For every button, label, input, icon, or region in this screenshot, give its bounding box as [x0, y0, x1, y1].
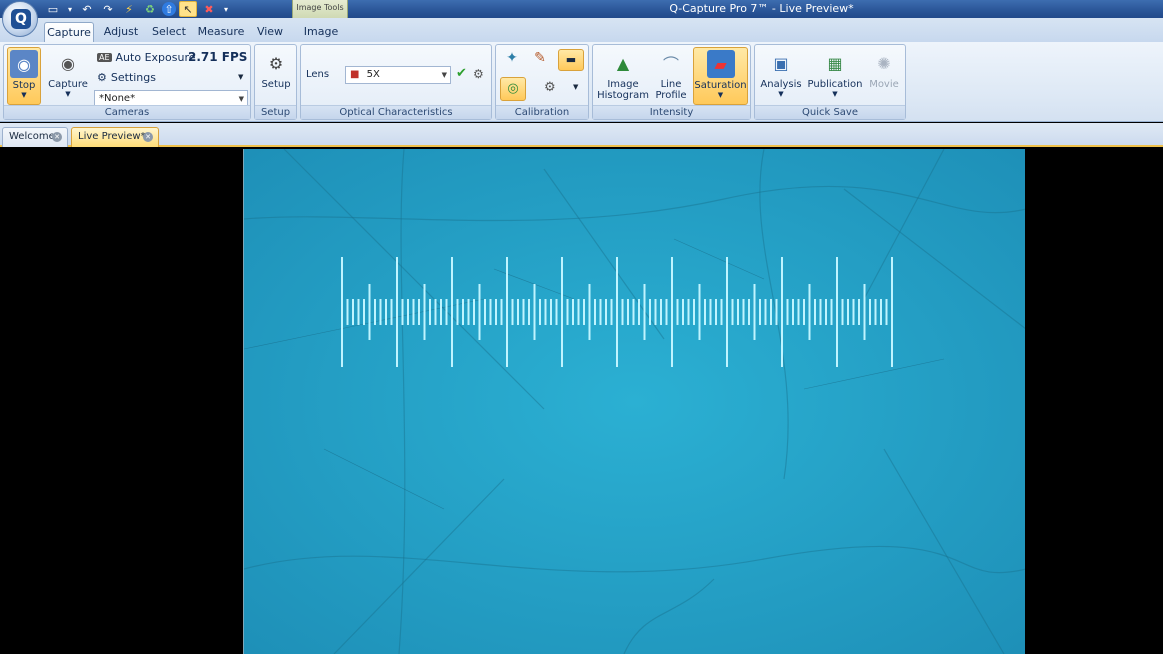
saturation-icon: ▰ [706, 50, 735, 78]
group-quick-save: ▣ Analysis ▼ ▦ Publication ▼ ✺ Movie Qui… [754, 44, 906, 120]
lens-select[interactable]: ■ 5X ▼ [345, 66, 451, 84]
camera-settings-icon[interactable]: ⚙ [544, 80, 556, 95]
settings-label: Settings [110, 71, 156, 84]
preset-value: *None* [99, 93, 136, 104]
chevron-down-icon: ▼ [832, 90, 838, 98]
setup-label: Setup [261, 79, 291, 90]
saturation-label: Saturation [694, 80, 747, 91]
ribbon-tabs: Capture Adjust Select Measure View Image [0, 18, 1163, 42]
stop-label: Stop [12, 80, 36, 91]
histogram-icon: ▲ [616, 53, 630, 73]
ribbon: ◉ Stop ▼ ◉ Capture ▼ AE Auto Exposure 2.… [0, 42, 1163, 122]
camera-stop-icon: ◉ [10, 50, 38, 78]
group-label-optical: Optical Characteristics [301, 105, 491, 119]
group-cameras: ◉ Stop ▼ ◉ Capture ▼ AE Auto Exposure 2.… [3, 44, 251, 120]
chevron-down-icon[interactable]: ▼ [238, 73, 243, 81]
analysis-button[interactable]: ▣ Analysis ▼ [759, 47, 803, 105]
tab-view[interactable]: View [252, 22, 288, 42]
chevron-down-icon: ▼ [441, 71, 447, 79]
group-intensity: ▲ Image Histogram ⌒ Line Profile ▰ Satur… [592, 44, 751, 120]
lens-value: 5X [366, 69, 380, 80]
stage-micrometer-image [244, 149, 1025, 654]
doc-tab-label: Welcome [9, 131, 55, 142]
title-bar: ▭ ▾ ↶ ↷ ⚡ ♻ ⇧ ↖ ✖ ▾ Image Tools Q-Captur… [0, 0, 1163, 18]
saturation-button[interactable]: ▰ Saturation ▼ [693, 47, 748, 105]
doc-tab-label: Live Preview* [78, 131, 146, 142]
histogram-label-1: Image [607, 79, 639, 90]
line-profile-button[interactable]: ⌒ Line Profile [651, 47, 691, 105]
calibration-check-icon[interactable]: ◎ [500, 77, 526, 101]
chevron-down-icon: ▼ [65, 90, 71, 98]
histogram-label-2: Histogram [597, 90, 649, 101]
microscope-image [243, 149, 1025, 654]
tab-adjust[interactable]: Adjust [100, 22, 142, 42]
app-logo-button[interactable]: Q [2, 1, 38, 37]
group-optical-characteristics: Lens ■ 5X ▼ ✔ ⚙ Optical Characteristics [300, 44, 492, 120]
group-label-quick-save: Quick Save [755, 105, 905, 119]
analysis-label: Analysis [760, 79, 802, 90]
tab-measure[interactable]: Measure [196, 22, 246, 42]
publication-button[interactable]: ▦ Publication ▼ [807, 47, 863, 105]
chevron-down-icon[interactable]: ▼ [573, 83, 578, 91]
image-histogram-button[interactable]: ▲ Image Histogram [597, 47, 649, 105]
close-icon[interactable]: ✕ [52, 132, 62, 142]
capture-label: Capture [48, 79, 88, 90]
doc-tab-live-preview[interactable]: Live Preview* ✕ [71, 127, 159, 147]
checkmark-icon[interactable]: ✔ [456, 66, 467, 81]
line-profile-icon: ⌒ [662, 55, 679, 74]
auto-exposure-label: Auto Exposure [115, 51, 196, 64]
group-calibration: ✦ ✎ ▬ ◎ ⚙ ▼ Calibration [495, 44, 589, 120]
settings-button[interactable]: ⚙ Settings [97, 71, 156, 84]
tab-image[interactable]: Image [296, 22, 346, 42]
chevron-down-icon: ▼ [717, 91, 724, 99]
q-logo-icon: Q [11, 9, 31, 29]
capture-button[interactable]: ◉ Capture ▼ [46, 47, 90, 105]
tab-select[interactable]: Select [148, 22, 190, 42]
publication-label: Publication [807, 79, 863, 90]
group-label-cameras: Cameras [4, 105, 250, 119]
film-reel-icon: ✺ [877, 53, 891, 73]
group-setup: ⚙ Setup Setup [254, 44, 297, 120]
lens-icon: ■ [350, 69, 360, 80]
stop-button[interactable]: ◉ Stop ▼ [7, 47, 41, 105]
group-label-setup: Setup [255, 105, 296, 119]
analysis-save-icon: ▣ [773, 53, 789, 73]
fps-readout: 2.71 FPS [188, 50, 248, 64]
document-tabs: Welcome ✕ Live Preview* ✕ [0, 123, 1163, 147]
tab-capture[interactable]: Capture [44, 22, 94, 42]
publication-save-icon: ▦ [827, 53, 843, 73]
ruler-pencil-icon[interactable]: ✎ [529, 50, 551, 70]
close-icon[interactable]: ✕ [143, 132, 153, 142]
gear-icon: ⚙ [97, 71, 107, 84]
lens-label: Lens [306, 69, 330, 80]
group-label-calibration: Calibration [496, 105, 588, 119]
profile-label-1: Line [660, 79, 682, 90]
chevron-down-icon: ▼ [21, 91, 27, 99]
chevron-down-icon: ▼ [778, 90, 784, 98]
group-label-intensity: Intensity [593, 105, 750, 119]
live-preview-area[interactable] [0, 149, 1163, 654]
movie-label: Movie [869, 79, 899, 90]
auto-exposure-button[interactable]: AE Auto Exposure [97, 51, 196, 64]
setup-button[interactable]: ⚙ Setup [258, 47, 294, 105]
ae-icon: AE [97, 53, 112, 62]
ruler-icon[interactable]: ▬ [558, 49, 584, 71]
window-title: Q-Capture Pro 7™ - Live Preview* [669, 2, 854, 15]
microscope-icon: ⚙ [268, 53, 284, 73]
calibrate-icon[interactable]: ✦ [501, 50, 523, 70]
camera-capture-icon: ◉ [61, 53, 75, 73]
profile-label-2: Profile [655, 90, 687, 101]
doc-tab-welcome[interactable]: Welcome ✕ [2, 127, 68, 147]
movie-button[interactable]: ✺ Movie [865, 47, 903, 105]
gear-icon[interactable]: ⚙ [473, 67, 484, 81]
